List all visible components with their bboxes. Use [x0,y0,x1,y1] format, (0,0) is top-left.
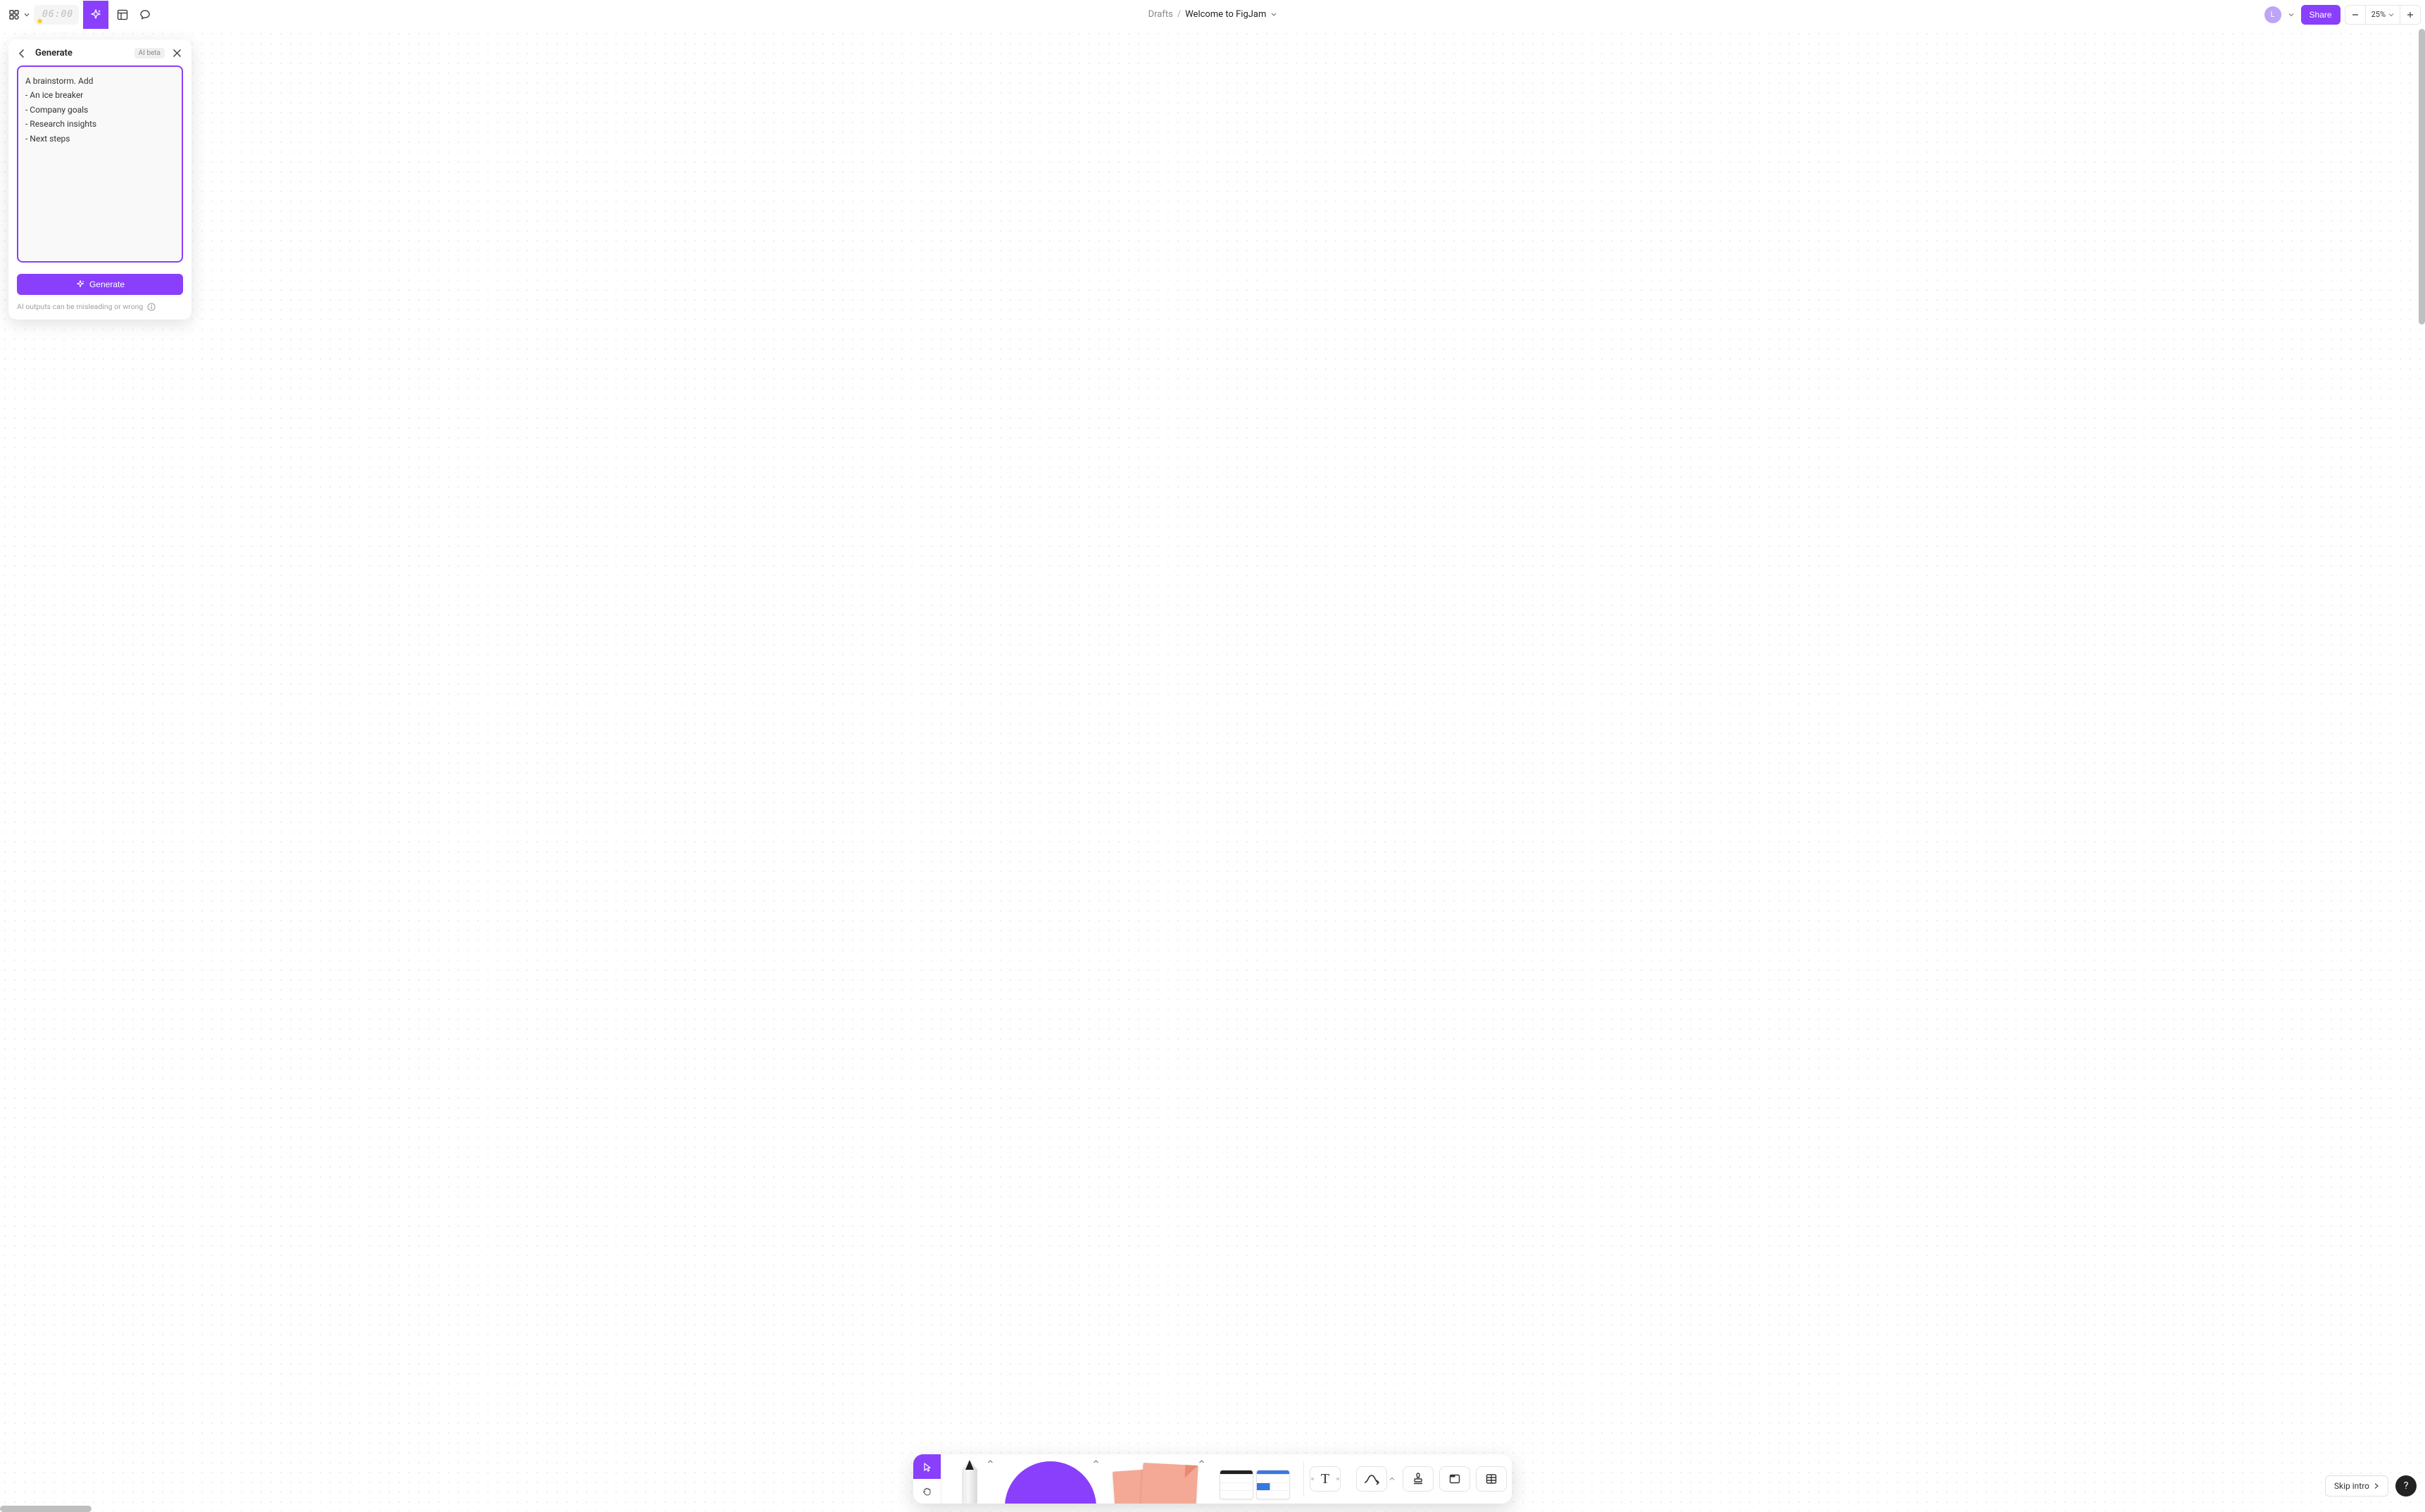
circle-shape-icon [1005,1461,1096,1504]
horizontal-scrollbar[interactable] [0,1506,92,1512]
zoom-value: 25% [2371,10,2386,19]
panel-title: Generate [35,48,73,58]
share-button[interactable]: Share [2301,5,2341,25]
chevron-down-icon[interactable] [1270,11,1277,18]
zoom-out-button[interactable] [2345,6,2365,24]
timer-pill[interactable]: ★ 06:00 [34,5,79,25]
text-icon: T [1321,1471,1329,1487]
panel-header: Generate AI beta [17,48,183,58]
widgets-tool[interactable] [1209,1454,1301,1504]
topbar-left: ★ 06:00 [4,1,155,29]
sparkle-icon [75,279,85,289]
stamp-tool[interactable] [1403,1466,1434,1492]
table-icon [1485,1473,1498,1485]
zoom-in-button[interactable] [2400,6,2420,24]
pencil-icon [962,1460,977,1504]
ai-disclaimer: AI outputs can be misleading or wrong [17,302,183,311]
breadcrumb-separator: / [1177,9,1181,20]
sticky-note-tool[interactable] [1103,1454,1209,1504]
generate-panel: Generate AI beta Generate AI outputs can… [8,39,192,320]
close-button[interactable] [170,49,183,58]
zoom-select[interactable]: 25% [2366,10,2400,19]
widgets-icon [1220,1470,1290,1499]
help-icon: ? [2404,1480,2409,1492]
generate-button[interactable]: Generate [17,274,183,295]
ai-generate-tool[interactable] [83,1,108,29]
cursor-tool-group [913,1454,941,1504]
skip-intro-label: Skip intro [2334,1481,2369,1491]
chevron-up-icon[interactable] [1093,1459,1099,1465]
breadcrumb: Drafts / Welcome to FigJam [1148,9,1277,20]
select-tool[interactable] [913,1454,941,1479]
chevron-down-icon[interactable] [24,12,31,18]
topbar-right: L Share 25% [2264,5,2421,25]
skip-intro-button[interactable]: Skip intro [2325,1475,2388,1497]
hand-tool[interactable] [913,1479,941,1504]
chevron-down-icon [2388,12,2394,18]
templates-tool[interactable] [113,5,132,25]
breadcrumb-root[interactable]: Drafts [1148,9,1173,20]
divider [1303,1461,1304,1497]
connector-icon [1363,1473,1380,1485]
chevron-down-icon[interactable] [2286,12,2297,18]
stamp-icon [1412,1473,1424,1485]
main-menu[interactable] [4,5,31,25]
chevron-up-icon[interactable] [1198,1459,1205,1465]
timer-value: 06:00 [42,9,73,20]
info-icon[interactable] [147,303,156,311]
document-title[interactable]: Welcome to FigJam [1185,9,1266,20]
vertical-scrollbar[interactable] [2419,29,2425,325]
top-toolbar: ★ 06:00 Drafts / Welcome to FigJam [0,0,2425,29]
ai-beta-badge: AI beta [134,48,165,58]
chevron-right-icon [2374,1482,2379,1489]
avatar[interactable]: L [2264,6,2281,23]
disclaimer-text: AI outputs can be misleading or wrong [17,302,143,311]
table-tool[interactable] [1476,1466,1507,1492]
back-button[interactable] [17,49,30,58]
generate-button-label: Generate [89,279,125,289]
section-icon [1448,1473,1461,1485]
star-icon: ★ [36,16,44,26]
connector-tool[interactable] [1356,1466,1387,1492]
zoom-control: 25% [2345,5,2421,25]
figma-icon[interactable] [4,5,24,25]
section-tool[interactable] [1439,1466,1470,1492]
marker-tool[interactable] [941,1454,998,1504]
prompt-input[interactable] [17,65,183,263]
comment-tool[interactable] [135,5,155,25]
sticky-stack-icon [1114,1461,1198,1504]
chevron-up-icon[interactable] [987,1459,994,1465]
tool-dock: T [913,1454,1512,1504]
help-button[interactable]: ? [2395,1475,2417,1497]
chevron-up-icon[interactable] [1389,1476,1395,1482]
shape-tool[interactable] [998,1454,1103,1504]
text-tool[interactable]: T [1310,1466,1341,1492]
canvas[interactable] [0,29,2425,1512]
